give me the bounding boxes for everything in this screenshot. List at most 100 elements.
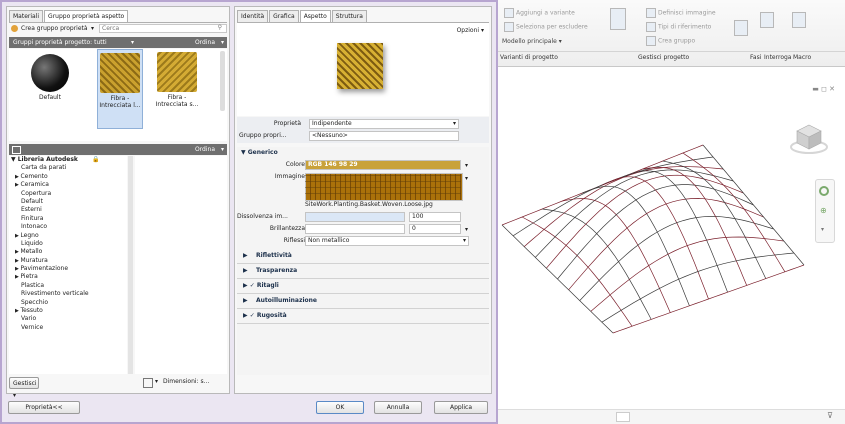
- lock-icon: 🔒: [92, 156, 100, 163]
- scroll-thumb[interactable]: [616, 412, 630, 422]
- library-root[interactable]: ▼ Libreria Autodesk 🔒: [9, 156, 127, 164]
- library-item[interactable]: Finitura: [9, 215, 127, 223]
- ribbon-group-phases: Fasi: [750, 54, 762, 61]
- properties-toggle-button[interactable]: Proprietà<<: [8, 401, 80, 414]
- library-item[interactable]: Vernice: [9, 324, 127, 332]
- cancel-button[interactable]: Annulla: [374, 401, 422, 414]
- generic-section-header[interactable]: ▼ Generico: [241, 149, 278, 156]
- dome-grid-line: [601, 252, 794, 323]
- ribbon-group-query: Interroga: [764, 54, 792, 61]
- dome-grid-line: [642, 167, 748, 286]
- view-toggle-icon[interactable]: [143, 378, 153, 388]
- library-item[interactable]: ▶ Legno: [9, 232, 127, 240]
- library-item[interactable]: Esterni: [9, 206, 127, 214]
- options-dropdown[interactable]: Opzioni ▾: [457, 27, 484, 34]
- manage-dropdown[interactable]: Gestisci ▾: [9, 377, 39, 399]
- image-fade-value[interactable]: 100: [409, 212, 461, 222]
- swatch-fiber-woven-1[interactable]: Fibra - Intrecciata l...: [97, 49, 143, 129]
- glossiness-slider[interactable]: [305, 224, 405, 234]
- ribbon-add-to-variant[interactable]: Aggiungi a variante: [504, 8, 575, 18]
- variant-icon: [504, 22, 514, 32]
- expanded-triangle-icon: ▼: [11, 156, 16, 163]
- library-item[interactable]: Copertura: [9, 190, 127, 198]
- ribbon-macro-btn[interactable]: [792, 12, 808, 28]
- order-dropdown[interactable]: Ordina: [195, 37, 215, 48]
- dome-grid-line: [612, 264, 805, 334]
- macro-icon: [792, 12, 806, 28]
- group-filter-dropdown[interactable]: Gruppi proprietà progetto: tutti: [13, 37, 107, 48]
- swatch-default[interactable]: Default: [27, 49, 73, 129]
- ribbon-main-model[interactable]: Modello principale ▾: [502, 38, 562, 45]
- chevron-down-icon[interactable]: ▾: [465, 175, 468, 182]
- library-item[interactable]: Vario: [9, 315, 127, 323]
- library-item[interactable]: Specchio: [9, 299, 127, 307]
- tab-editor-1[interactable]: Grafica: [269, 10, 299, 22]
- wicker-cube-swatch-icon: [100, 53, 140, 93]
- ribbon: Aggiungi a variante Seleziona per esclud…: [498, 0, 845, 67]
- property-select[interactable]: Indipendente ▾: [309, 119, 459, 129]
- library-item[interactable]: ▶ Tessuto: [9, 307, 127, 315]
- ribbon-create-group[interactable]: Crea gruppo: [646, 36, 695, 46]
- library-icon: [12, 146, 21, 154]
- check-icon[interactable]: ✓: [250, 282, 257, 289]
- tab-materials[interactable]: Materiali: [9, 10, 44, 22]
- library-item[interactable]: ▶ Ceramica: [9, 181, 127, 189]
- library-item[interactable]: ▶ Cemento: [9, 173, 127, 181]
- dome-grid-line: [662, 160, 767, 279]
- ribbon-define-image[interactable]: Definisci immagine: [646, 8, 716, 18]
- ribbon-large-btn[interactable]: [610, 8, 628, 30]
- highlights-select[interactable]: Non metallico ▾: [305, 236, 469, 246]
- library-item[interactable]: Default: [9, 198, 127, 206]
- ribbon-phases-btn[interactable]: [734, 20, 750, 36]
- section-header[interactable]: ▶ Autoilluminazione: [237, 294, 489, 309]
- library-item[interactable]: ▶ Metallo: [9, 248, 127, 256]
- library-tree: ▼ Libreria Autodesk 🔒 Carta da parati ▶ C…: [9, 156, 127, 374]
- create-group-button[interactable]: Crea gruppo proprietà: [21, 25, 88, 32]
- library-item[interactable]: ▶ Pietra: [9, 273, 127, 281]
- dome-wireframe-model[interactable]: [498, 67, 845, 424]
- image-fade-slider[interactable]: [305, 212, 405, 222]
- glossiness-value[interactable]: 0: [409, 224, 461, 234]
- preview-area: Opzioni ▾: [237, 22, 489, 116]
- horizontal-scrollbar[interactable]: ⊽: [498, 409, 845, 424]
- library-item[interactable]: ▶ Muratura: [9, 257, 127, 265]
- search-icon: ⚲: [217, 24, 222, 31]
- library-item[interactable]: Intonaco: [9, 223, 127, 231]
- library-order-dropdown[interactable]: Ordina: [195, 144, 215, 155]
- ok-button[interactable]: OK: [316, 401, 364, 414]
- library-item[interactable]: Carta da parati: [9, 164, 127, 172]
- group-filter-bar: Gruppi proprietà progetto: tutti ▾ Ordin…: [9, 37, 227, 48]
- image-filename[interactable]: SiteWork.Planting.Basket.Woven.Loose.jpg: [305, 201, 433, 208]
- check-icon[interactable]: ✓: [250, 312, 257, 319]
- section-header[interactable]: ▶ Riflettività: [237, 249, 489, 264]
- section-header[interactable]: ▶ ✓ Ritagli: [237, 279, 489, 294]
- tab-editor-0[interactable]: Identità: [237, 10, 269, 22]
- dome-grid-line: [562, 198, 671, 313]
- filter-icon[interactable]: ⊽: [827, 411, 833, 420]
- library-item[interactable]: Plastica: [9, 282, 127, 290]
- dimension-dropdown[interactable]: Dimensioni: s...: [163, 378, 209, 385]
- color-swatch-field[interactable]: RGB 146 98 29: [305, 160, 461, 170]
- viewport-3d[interactable]: ▬ ◻ ✕ ⊕ ▾ ⊽: [498, 67, 845, 424]
- apply-button[interactable]: Applica: [434, 401, 488, 414]
- library-scrollbar[interactable]: [128, 156, 133, 374]
- search-input[interactable]: [99, 24, 227, 33]
- material-preview-swatch: [337, 43, 383, 89]
- ribbon-select-to-exclude[interactable]: Seleziona per escludere: [504, 22, 588, 32]
- collapsed-triangle-icon: ▶: [243, 282, 250, 289]
- tab-editor-3[interactable]: Struttura: [331, 10, 367, 22]
- library-item[interactable]: Liquido: [9, 240, 127, 248]
- ribbon-reference-types[interactable]: Tipi di riferimento: [646, 22, 711, 32]
- section-header[interactable]: ▶ ✓ Rugosità: [237, 309, 489, 324]
- collapsed-triangle-icon: ▶: [243, 297, 250, 304]
- ribbon-group-macro: Macro: [793, 54, 812, 61]
- library-item[interactable]: ▶ Pavimentazione: [9, 265, 127, 273]
- section-header[interactable]: ▶ Trasparenza: [237, 264, 489, 279]
- swatch-scrollbar[interactable]: [220, 51, 225, 111]
- ribbon-query-btn[interactable]: [760, 12, 776, 28]
- library-item[interactable]: Rivestimento verticale: [9, 290, 127, 298]
- collapsed-triangle-icon: ▶: [243, 252, 250, 259]
- swatch-fiber-woven-2[interactable]: Fibra - Intrecciata s...: [154, 49, 200, 129]
- variant-large-icon: [610, 8, 626, 30]
- group-select[interactable]: <Nessuno>: [309, 131, 459, 141]
